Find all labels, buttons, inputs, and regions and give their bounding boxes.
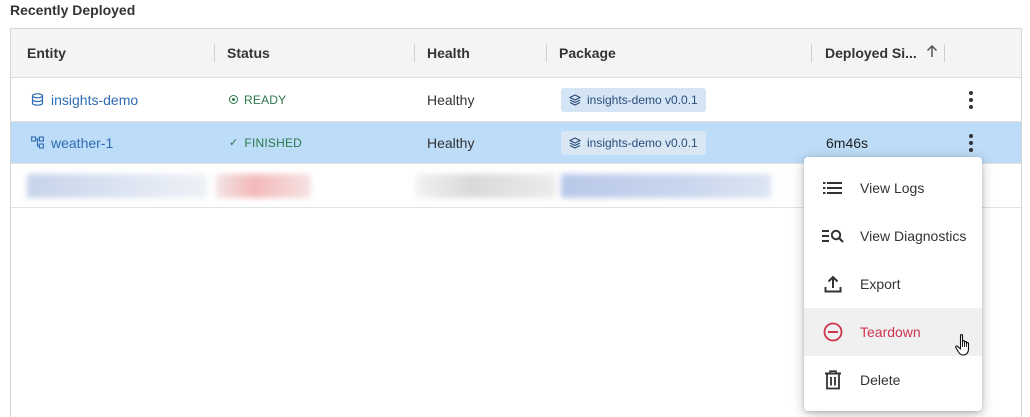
layers-icon bbox=[568, 93, 582, 106]
layers-icon bbox=[568, 136, 582, 149]
package-name: insights-demo v0.0.1 bbox=[587, 135, 698, 150]
more-options-icon[interactable] bbox=[961, 131, 981, 155]
entity-name: insights-demo bbox=[51, 91, 139, 108]
column-header-health[interactable]: Health bbox=[427, 29, 470, 77]
menu-item-export[interactable]: Export bbox=[804, 260, 982, 308]
entity-link[interactable]: insights-demo bbox=[31, 92, 138, 108]
section-title: Recently Deployed bbox=[10, 2, 136, 18]
column-header-status[interactable]: Status bbox=[227, 29, 270, 77]
status-badge: READY bbox=[229, 93, 286, 107]
menu-item-label: View Logs bbox=[860, 180, 925, 196]
more-options-icon[interactable] bbox=[961, 88, 981, 112]
flow-icon bbox=[31, 136, 44, 149]
radio-dot-icon bbox=[229, 95, 238, 104]
column-header-entity[interactable]: Entity bbox=[27, 29, 66, 77]
column-divider[interactable] bbox=[546, 44, 547, 62]
column-divider[interactable] bbox=[214, 44, 215, 62]
menu-item-label: Delete bbox=[860, 372, 901, 388]
column-header-package[interactable]: Package bbox=[559, 29, 616, 77]
entity-link[interactable]: weather-1 bbox=[31, 135, 113, 151]
arrow-up-icon[interactable] bbox=[926, 44, 938, 62]
menu-item-label: View Diagnostics bbox=[860, 228, 967, 244]
column-divider[interactable] bbox=[944, 44, 945, 62]
search-list-icon bbox=[822, 225, 844, 247]
row-actions-menu: View Logs View Diagnostics Export Teardo… bbox=[804, 157, 982, 411]
health-value: Healthy bbox=[427, 91, 475, 108]
database-icon bbox=[31, 93, 44, 106]
health-value: Healthy bbox=[427, 134, 475, 151]
package-chip[interactable]: insights-demo v0.0.1 bbox=[561, 130, 706, 155]
status-text: READY bbox=[244, 92, 287, 107]
menu-item-delete[interactable]: Delete bbox=[804, 356, 982, 404]
column-header-label: Deployed Si... bbox=[825, 45, 917, 61]
loading-placeholder bbox=[416, 174, 556, 198]
column-header-deployed-since[interactable]: Deployed Si... bbox=[825, 29, 938, 77]
menu-item-view-diagnostics[interactable]: View Diagnostics bbox=[804, 212, 982, 260]
status-text: FINISHED bbox=[244, 135, 303, 150]
menu-item-label: Teardown bbox=[860, 324, 921, 340]
menu-item-view-logs[interactable]: View Logs bbox=[804, 164, 982, 212]
table-header: Entity Status Health Package Deployed Si… bbox=[11, 29, 1021, 78]
column-divider[interactable] bbox=[414, 44, 415, 62]
list-icon bbox=[822, 177, 844, 199]
trash-icon bbox=[822, 369, 844, 391]
check-icon: ✓ bbox=[229, 137, 239, 149]
upload-icon bbox=[822, 273, 844, 295]
loading-placeholder bbox=[27, 174, 207, 198]
menu-item-label: Export bbox=[860, 276, 901, 292]
column-divider[interactable] bbox=[811, 44, 812, 62]
loading-placeholder bbox=[561, 174, 771, 198]
minus-circle-icon bbox=[822, 321, 844, 343]
package-name: insights-demo v0.0.1 bbox=[587, 92, 698, 107]
status-badge: ✓ FINISHED bbox=[229, 136, 302, 150]
entity-name: weather-1 bbox=[51, 134, 114, 151]
table-row[interactable]: insights-demo READY Healthy insights-dem… bbox=[11, 78, 1021, 122]
loading-placeholder bbox=[216, 174, 311, 198]
package-chip[interactable]: insights-demo v0.0.1 bbox=[561, 87, 706, 112]
hand-cursor-icon bbox=[955, 333, 973, 357]
